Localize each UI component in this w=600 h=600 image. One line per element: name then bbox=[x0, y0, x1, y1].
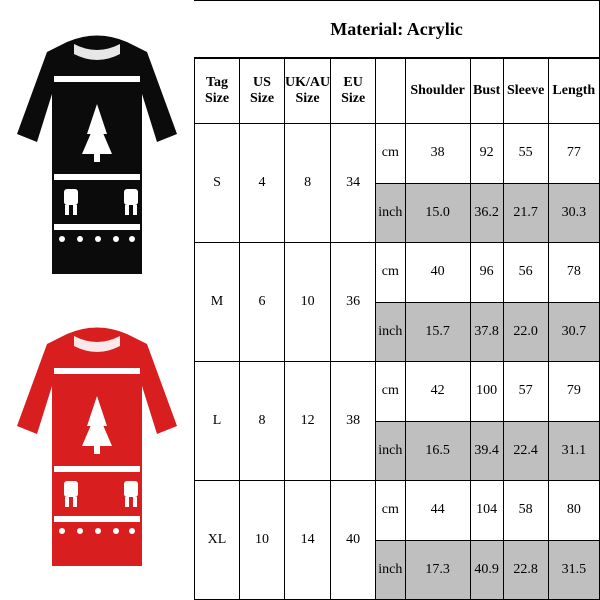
cell-bust-cm: 104 bbox=[470, 481, 503, 541]
col-ukau-size: UK/AU Size bbox=[285, 59, 331, 124]
cell-length-inch: 30.7 bbox=[548, 302, 599, 362]
cell-eu: 36 bbox=[331, 243, 376, 362]
cell-tag: XL bbox=[195, 481, 240, 600]
cell-unit-cm: cm bbox=[376, 481, 405, 541]
cell-sleeve-cm: 57 bbox=[503, 362, 548, 422]
cell-sleeve-inch: 22.0 bbox=[503, 302, 548, 362]
cell-shoulder-inch: 15.7 bbox=[405, 302, 470, 362]
cell-sleeve-cm: 58 bbox=[503, 481, 548, 541]
cell-length-cm: 80 bbox=[548, 481, 599, 541]
cell-unit-inch: inch bbox=[376, 302, 405, 362]
cell-unit-cm: cm bbox=[376, 243, 405, 303]
size-table-area: Material: Acrylic Tag Size US Size UK/AU… bbox=[194, 0, 600, 600]
cell-us: 10 bbox=[240, 481, 285, 600]
product-image-column bbox=[0, 0, 194, 600]
cell-shoulder-inch: 16.5 bbox=[405, 421, 470, 481]
size-table: Tag Size US Size UK/AU Size EU Size Shou… bbox=[194, 58, 600, 600]
cell-ukau: 12 bbox=[285, 362, 331, 481]
cell-length-inch: 30.3 bbox=[548, 183, 599, 243]
cell-bust-inch: 36.2 bbox=[470, 183, 503, 243]
table-row: S4834cm38925577 bbox=[195, 124, 600, 184]
cell-eu: 38 bbox=[331, 362, 376, 481]
cell-bust-inch: 37.8 bbox=[470, 302, 503, 362]
cell-shoulder-cm: 42 bbox=[405, 362, 470, 422]
col-eu-size: EU Size bbox=[331, 59, 376, 124]
cell-us: 8 bbox=[240, 362, 285, 481]
col-length: Length bbox=[548, 59, 599, 124]
cell-shoulder-inch: 17.3 bbox=[405, 540, 470, 600]
cell-ukau: 8 bbox=[285, 124, 331, 243]
cell-sleeve-inch: 22.8 bbox=[503, 540, 548, 600]
cell-bust-inch: 40.9 bbox=[470, 540, 503, 600]
cell-shoulder-cm: 38 bbox=[405, 124, 470, 184]
cell-us: 4 bbox=[240, 124, 285, 243]
cell-bust-cm: 96 bbox=[470, 243, 503, 303]
size-table-body: S4834cm38925577inch15.036.221.730.3M6103… bbox=[195, 124, 600, 600]
table-row: L81238cm421005779 bbox=[195, 362, 600, 422]
cell-eu: 40 bbox=[331, 481, 376, 600]
cell-length-cm: 79 bbox=[548, 362, 599, 422]
cell-length-cm: 78 bbox=[548, 243, 599, 303]
cell-unit-cm: cm bbox=[376, 124, 405, 184]
cell-eu: 34 bbox=[331, 124, 376, 243]
size-chart: Material: Acrylic Tag Size US Size UK/AU… bbox=[0, 0, 600, 600]
cell-us: 6 bbox=[240, 243, 285, 362]
col-bust: Bust bbox=[470, 59, 503, 124]
cell-tag: S bbox=[195, 124, 240, 243]
table-row: M61036cm40965678 bbox=[195, 243, 600, 303]
cell-ukau: 10 bbox=[285, 243, 331, 362]
cell-bust-cm: 100 bbox=[470, 362, 503, 422]
cell-sleeve-cm: 55 bbox=[503, 124, 548, 184]
col-us-size: US Size bbox=[240, 59, 285, 124]
col-sleeve: Sleeve bbox=[503, 59, 548, 124]
cell-tag: L bbox=[195, 362, 240, 481]
cell-ukau: 14 bbox=[285, 481, 331, 600]
cell-sleeve-cm: 56 bbox=[503, 243, 548, 303]
cell-tag: M bbox=[195, 243, 240, 362]
cell-unit-inch: inch bbox=[376, 540, 405, 600]
cell-length-inch: 31.1 bbox=[548, 421, 599, 481]
cell-unit-inch: inch bbox=[376, 183, 405, 243]
cell-shoulder-cm: 40 bbox=[405, 243, 470, 303]
cell-sleeve-inch: 22.4 bbox=[503, 421, 548, 481]
cell-length-inch: 31.5 bbox=[548, 540, 599, 600]
cell-sleeve-inch: 21.7 bbox=[503, 183, 548, 243]
col-shoulder: Shoulder bbox=[405, 59, 470, 124]
cell-shoulder-cm: 44 bbox=[405, 481, 470, 541]
material-header: Material: Acrylic bbox=[194, 0, 600, 58]
black-christmas-sweater bbox=[12, 24, 182, 284]
table-header-row: Tag Size US Size UK/AU Size EU Size Shou… bbox=[195, 59, 600, 124]
col-tag-size: Tag Size bbox=[195, 59, 240, 124]
cell-bust-inch: 39.4 bbox=[470, 421, 503, 481]
cell-unit-cm: cm bbox=[376, 362, 405, 422]
col-unit bbox=[376, 59, 405, 124]
cell-length-cm: 77 bbox=[548, 124, 599, 184]
cell-shoulder-inch: 15.0 bbox=[405, 183, 470, 243]
cell-bust-cm: 92 bbox=[470, 124, 503, 184]
red-christmas-sweater bbox=[12, 316, 182, 576]
cell-unit-inch: inch bbox=[376, 421, 405, 481]
table-row: XL101440cm441045880 bbox=[195, 481, 600, 541]
